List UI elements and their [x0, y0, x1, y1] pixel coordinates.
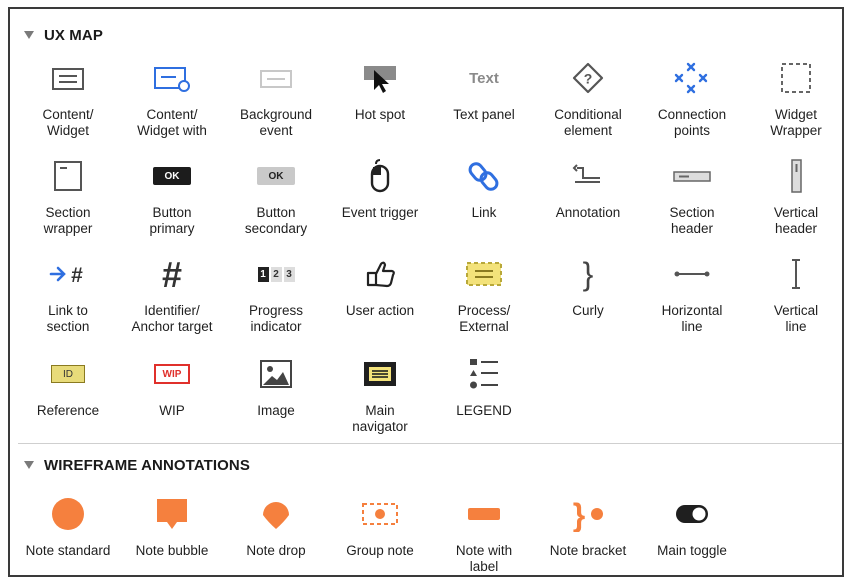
vertical-header-icon	[776, 159, 816, 193]
button-primary-icon: OK	[152, 159, 192, 193]
link-to-section-icon: #	[48, 257, 88, 291]
ux-map-section-header[interactable]: UX MAP	[24, 23, 103, 47]
note-drop-icon	[256, 497, 296, 531]
widget-wrapper-icon	[776, 61, 816, 95]
annotation-icon	[568, 159, 608, 193]
curly-icon: }	[568, 256, 608, 292]
legend-icon	[464, 357, 504, 391]
svg-text:}: }	[573, 497, 585, 532]
svg-text:}: }	[583, 256, 594, 292]
note-standard-icon	[48, 497, 88, 531]
section-header-icon	[672, 159, 712, 193]
section-wrapper-icon	[48, 159, 88, 193]
process-external-icon	[464, 257, 504, 291]
note-bracket-icon: }	[568, 497, 608, 532]
main-navigator-icon	[360, 357, 400, 391]
background-event-icon	[256, 61, 296, 95]
wireframe-annotations-title: WIREFRAME ANNOTATIONS	[44, 456, 250, 474]
image-icon	[256, 357, 296, 391]
svg-text:#: #	[162, 256, 182, 292]
vertical-line-icon	[776, 257, 816, 291]
disclosure-triangle-icon[interactable]	[24, 461, 34, 469]
button-secondary-icon: OK	[256, 159, 296, 193]
ux-map-panel: UX MAP Content/ Widget Content/ Widget w…	[8, 7, 844, 577]
conditional-element-icon: ?	[568, 61, 608, 95]
user-action-icon	[360, 257, 400, 291]
disclosure-triangle-icon[interactable]	[24, 31, 34, 39]
note-with-label-icon	[464, 497, 504, 531]
svg-text:?: ?	[584, 71, 593, 87]
group-note-icon	[360, 497, 400, 531]
link-icon	[464, 159, 504, 193]
connection-points-icon	[672, 61, 712, 95]
svg-text:#: #	[71, 264, 83, 287]
content-widget-with-icon	[152, 61, 192, 95]
wireframe-annotations-section-header[interactable]: WIREFRAME ANNOTATIONS	[24, 453, 250, 477]
progress-indicator-icon: 1 2 3	[256, 257, 296, 291]
horizontal-line-icon	[672, 257, 712, 291]
note-bubble-icon	[152, 497, 192, 531]
content-widget-icon	[48, 61, 88, 95]
hot-spot-icon	[360, 61, 400, 95]
ux-map-title: UX MAP	[44, 26, 103, 44]
main-toggle-icon	[672, 497, 712, 531]
wip-icon: WIP	[152, 357, 192, 391]
event-trigger-icon	[360, 159, 400, 193]
identifier-icon: #	[152, 256, 192, 292]
text-panel-icon: Text	[469, 69, 499, 87]
section-divider	[18, 443, 842, 444]
reference-icon: ID	[48, 357, 88, 391]
